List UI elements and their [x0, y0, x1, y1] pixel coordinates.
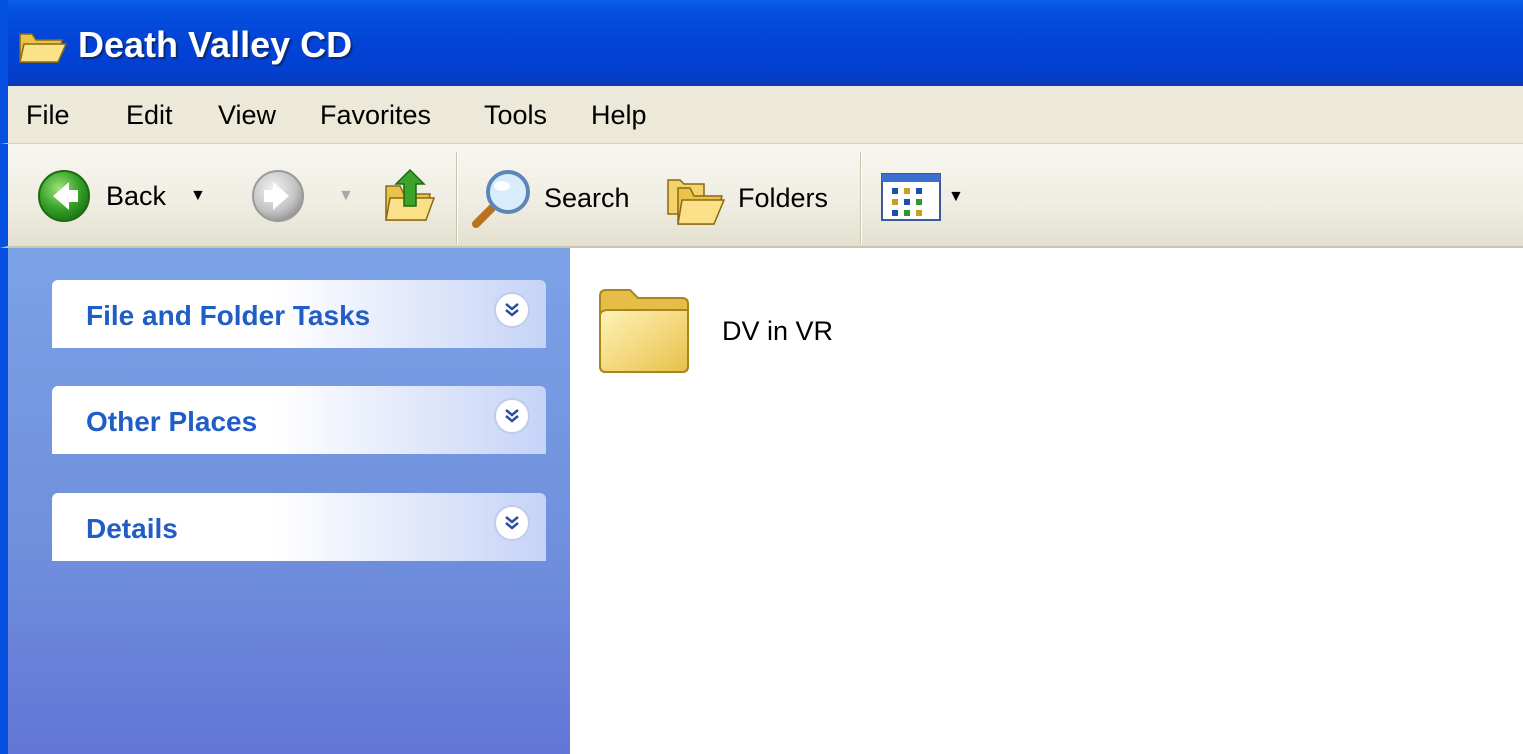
- back-dropdown-arrow[interactable]: ▼: [190, 187, 206, 205]
- menu-bar: File Edit View Favorites Tools Help: [0, 86, 1523, 144]
- views-dropdown-arrow[interactable]: ▼: [948, 188, 964, 206]
- back-button[interactable]: Back ▼: [36, 168, 206, 224]
- forward-button[interactable]: ▼: [250, 168, 354, 224]
- back-arrow-icon: [38, 170, 90, 222]
- window-title: Death Valley CD: [78, 24, 353, 65]
- menu-tools[interactable]: Tools: [484, 100, 547, 131]
- menu-edit[interactable]: Edit: [126, 100, 173, 131]
- title-bar[interactable]: Death Valley CD: [0, 0, 1523, 86]
- up-folder-icon: [385, 168, 436, 221]
- back-label: Back: [106, 180, 167, 211]
- task-pane: File and Folder Tasks Other Places Detai…: [0, 248, 570, 754]
- views-button[interactable]: ▼: [880, 172, 964, 222]
- search-button[interactable]: Search: [470, 166, 630, 230]
- folder-open-icon: [19, 33, 68, 63]
- folder-content-area[interactable]: DV in VR: [570, 248, 1523, 754]
- group-other-places[interactable]: Other Places: [52, 386, 546, 454]
- chevron-double-down-icon[interactable]: [494, 398, 530, 434]
- toolbar: Back ▼ ▼ Search Folders ▼: [0, 144, 1523, 248]
- toolbar-separator: [860, 152, 862, 244]
- search-magnifier-icon: [472, 170, 530, 228]
- menu-view[interactable]: View: [218, 100, 276, 131]
- forward-dropdown-arrow[interactable]: ▼: [338, 187, 354, 205]
- chevron-double-down-icon[interactable]: [494, 292, 530, 328]
- menu-help[interactable]: Help: [591, 100, 647, 131]
- search-label: Search: [544, 182, 630, 213]
- toolbar-separator: [456, 152, 458, 244]
- forward-arrow-icon: [252, 170, 304, 222]
- group-title: Other Places: [86, 406, 258, 437]
- folder-icon: [599, 289, 689, 373]
- menu-file[interactable]: File: [26, 100, 70, 131]
- group-title: Details: [86, 513, 178, 544]
- up-folder-button[interactable]: [380, 164, 440, 226]
- folders-button[interactable]: Folders: [664, 168, 828, 228]
- group-details[interactable]: Details: [52, 493, 546, 561]
- folder-item-dv-in-vr[interactable]: DV in VR: [596, 280, 856, 390]
- group-file-and-folder-tasks[interactable]: File and Folder Tasks: [52, 280, 546, 348]
- menu-favorites[interactable]: Favorites: [320, 100, 431, 131]
- folders-label: Folders: [738, 182, 829, 213]
- chevron-double-down-icon[interactable]: [494, 505, 530, 541]
- group-title: File and Folder Tasks: [86, 300, 371, 331]
- folder-name: DV in VR: [722, 316, 834, 346]
- views-icon: [881, 173, 941, 221]
- folders-icon: [667, 179, 726, 225]
